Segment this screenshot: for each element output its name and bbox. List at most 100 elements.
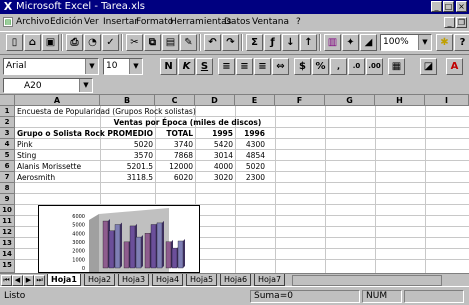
cell-a3[interactable]: Grupo o Solista Rock — [17, 129, 105, 138]
cut-icon[interactable]: ✂ — [126, 34, 143, 51]
merge-center-icon[interactable]: ⇔ — [272, 58, 289, 75]
row-header-13[interactable]: 13 — [0, 238, 15, 249]
bold-button[interactable]: N — [160, 58, 177, 75]
last-sheet-button[interactable]: ⏭ — [34, 275, 45, 286]
select-all-corner[interactable] — [0, 95, 15, 106]
redo-icon[interactable]: ↷ — [222, 34, 239, 51]
cell-a6[interactable]: Alanis Morissette — [17, 162, 81, 171]
cell-e7[interactable]: 2300 — [235, 173, 265, 182]
decrease-decimal-icon[interactable]: .00 — [366, 58, 383, 75]
row-header-3[interactable]: 3 — [0, 128, 15, 139]
currency-icon[interactable]: $ — [294, 58, 311, 75]
zoom-select[interactable]: 100% ▼ — [380, 34, 432, 51]
chevron-down-icon[interactable]: ▼ — [129, 59, 142, 74]
italic-button[interactable]: K — [178, 58, 195, 75]
column-header-c[interactable]: C — [155, 95, 195, 106]
cell-d3[interactable]: 1995 — [195, 129, 233, 138]
minimize-button[interactable]: _ — [431, 1, 442, 12]
prev-sheet-button[interactable]: ◀ — [12, 275, 23, 286]
excel-app-icon[interactable]: X — [2, 1, 14, 13]
underline-button[interactable]: S — [196, 58, 213, 75]
cell-e6[interactable]: 5020 — [235, 162, 265, 171]
print-preview-icon[interactable]: ◔ — [84, 34, 101, 51]
font-color-icon[interactable]: A — [446, 58, 463, 75]
row-header-9[interactable]: 9 — [0, 194, 15, 205]
cell-a7[interactable]: Aerosmith — [17, 173, 55, 182]
comma-style-icon[interactable]: , — [330, 58, 347, 75]
column-header-g[interactable]: G — [325, 95, 375, 106]
borders-icon[interactable]: ▦ — [388, 58, 405, 75]
cell-e3[interactable]: 1996 — [235, 129, 265, 138]
row-header-5[interactable]: 5 — [0, 150, 15, 161]
new-icon[interactable]: ▯ — [6, 34, 23, 51]
menu-formato[interactable]: Formato — [136, 16, 173, 29]
percent-button[interactable]: % — [312, 58, 329, 75]
fill-color-icon[interactable]: ◪ — [420, 58, 437, 75]
cell-b3[interactable]: PROMEDIO — [100, 129, 153, 138]
sheet-tab-hoja7[interactable]: Hoja7 — [254, 274, 286, 286]
close-button[interactable]: × — [456, 1, 467, 12]
menu-datos[interactable]: Datos — [224, 16, 250, 29]
menu-edicion[interactable]: Edición — [50, 16, 83, 29]
format-painter-icon[interactable]: ✎ — [180, 34, 197, 51]
align-left-icon[interactable]: ≡ — [218, 58, 235, 75]
autosum-icon[interactable]: Σ — [246, 34, 263, 51]
row-header-8[interactable]: 8 — [0, 183, 15, 194]
row-header-12[interactable]: 12 — [0, 227, 15, 238]
row-header-2[interactable]: 2 — [0, 117, 15, 128]
column-header-f[interactable]: F — [275, 95, 325, 106]
cell-c6[interactable]: 12000 — [155, 162, 193, 171]
cell-a5[interactable]: Sting — [17, 151, 36, 160]
cell-d4[interactable]: 5420 — [195, 140, 233, 149]
sheet-tab-hoja2[interactable]: Hoja2 — [84, 274, 116, 286]
align-right-icon[interactable]: ≡ — [254, 58, 271, 75]
row-header-15[interactable]: 15 — [0, 260, 15, 273]
chart-wizard-icon[interactable]: ▥ — [324, 34, 341, 51]
help-icon[interactable]: ? — [454, 34, 469, 51]
doc-restore-button[interactable]: ❐ — [456, 17, 467, 28]
sheet-tab-hoja5[interactable]: Hoja5 — [186, 274, 218, 286]
row-header-10[interactable]: 10 — [0, 205, 15, 216]
row-header-11[interactable]: 11 — [0, 216, 15, 227]
row-header-4[interactable]: 4 — [0, 139, 15, 150]
column-header-b[interactable]: B — [100, 95, 155, 106]
function-wizard-icon[interactable]: ƒ — [264, 34, 281, 51]
workbook-icon[interactable]: ▤ — [3, 17, 13, 27]
drawing-icon[interactable]: ◢ — [360, 34, 377, 51]
cell-d6[interactable]: 4000 — [195, 162, 233, 171]
sheet-tab-hoja6[interactable]: Hoja6 — [220, 274, 252, 286]
embedded-chart[interactable]: 6000 5000 4000 3000 2000 1000 0 — [38, 205, 200, 273]
row-header-7[interactable]: 7 — [0, 172, 15, 183]
menu-ventana[interactable]: Ventana — [252, 16, 289, 29]
row-header-1[interactable]: 1 — [0, 106, 15, 117]
cell-e4[interactable]: 4300 — [235, 140, 265, 149]
cell-b6[interactable]: 5201.5 — [100, 162, 153, 171]
menu-herramientas[interactable]: Herramientas — [170, 16, 231, 29]
chevron-down-icon[interactable]: ▼ — [79, 79, 92, 92]
cell-a4[interactable]: Pink — [17, 140, 33, 149]
font-name-select[interactable]: Arial ▼ — [3, 58, 99, 75]
tip-wizard-icon[interactable]: ✱ — [436, 34, 453, 51]
sheet-tab-hoja3[interactable]: Hoja3 — [118, 274, 150, 286]
row-header-14[interactable]: 14 — [0, 249, 15, 260]
open-icon[interactable]: ⌂ — [24, 34, 41, 51]
name-box[interactable]: A20 ▼ — [3, 78, 93, 93]
cell-d7[interactable]: 3020 — [195, 173, 233, 182]
cell-c4[interactable]: 3740 — [155, 140, 193, 149]
paste-icon[interactable]: ▤ — [162, 34, 179, 51]
menu-archivo[interactable]: Archivo — [16, 16, 50, 29]
column-header-e[interactable]: E — [235, 95, 275, 106]
sort-ascending-icon[interactable]: ↓ — [282, 34, 299, 51]
doc-minimize-button[interactable]: _ — [444, 17, 455, 28]
map-icon[interactable]: ✦ — [342, 34, 359, 51]
horizontal-scrollbar[interactable] — [292, 275, 442, 286]
cell-d5[interactable]: 3014 — [195, 151, 233, 160]
column-header-i[interactable]: I — [425, 95, 469, 106]
print-icon[interactable]: ⎙ — [66, 34, 83, 51]
chevron-down-icon[interactable]: ▼ — [418, 35, 431, 50]
maximize-button[interactable]: □ — [443, 1, 454, 12]
font-size-select[interactable]: 10 ▼ — [103, 58, 143, 75]
cell-a1[interactable]: Encuesta de Popularidad (Grupos Rock sol… — [17, 107, 196, 116]
menu-insertar[interactable]: Insertar — [103, 16, 138, 29]
align-center-icon[interactable]: ≡ — [236, 58, 253, 75]
